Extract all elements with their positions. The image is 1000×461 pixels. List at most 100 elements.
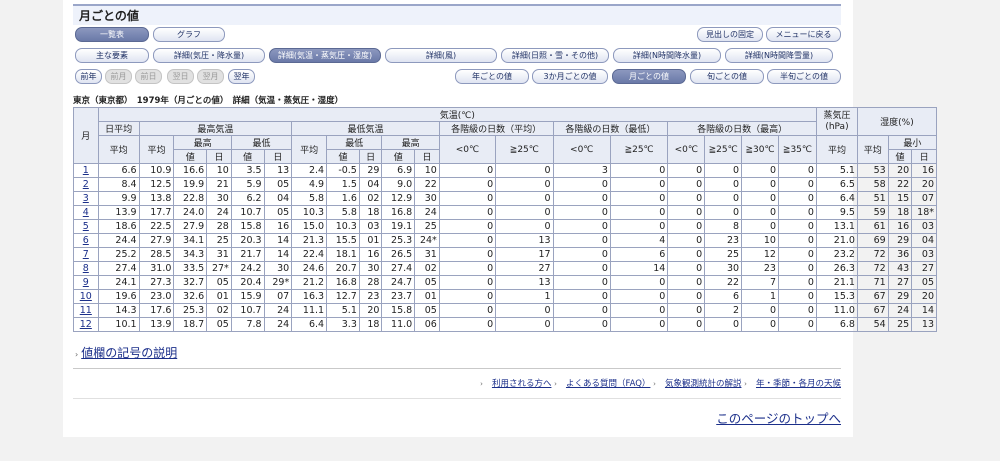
month-link[interactable]: 5 <box>73 219 99 234</box>
tab-dekad-values[interactable]: 旬ごとの値 <box>690 69 764 84</box>
table-cell: 27 <box>887 275 913 290</box>
table-cell: 0 <box>667 205 706 220</box>
header-min-highest: 最高 <box>381 135 440 150</box>
table-cell: 27.9 <box>173 219 208 234</box>
table-cell: 16 <box>911 163 937 178</box>
table-cell: 1.5 <box>326 177 360 192</box>
month-link[interactable]: 3 <box>73 191 99 206</box>
tab-pressure-precipitation[interactable]: 詳細(気圧・降水量) <box>153 48 265 63</box>
table-cell: 0 <box>552 289 611 304</box>
table-cell: 19.9 <box>173 177 208 192</box>
table-cell: 03 <box>911 219 937 234</box>
footer-link-weather-summary[interactable]: 年・季節・各月の天候 <box>756 379 841 389</box>
footer-link-statistics-guide[interactable]: 気象観測統計の解説 <box>665 379 742 389</box>
header-day: 日 <box>414 149 440 164</box>
table-cell: 34.3 <box>173 247 208 262</box>
table-cell: 6.5 <box>815 177 858 192</box>
month-link[interactable]: 4 <box>73 205 99 220</box>
tab-n-hour-precipitation[interactable]: 詳細(N時間降水量) <box>613 48 721 63</box>
back-to-menu-button[interactable]: メニューに戻る <box>766 27 841 42</box>
table-cell: 0 <box>609 275 669 290</box>
table-cell: 6 <box>609 247 669 262</box>
table-row: 1 6.6 10.9 16.6 10 3.5 13 2.4 -0.5 29 6.9 10 0 0 3 0 0 0 0… <box>73 163 937 178</box>
tab-monthly-values[interactable]: 月ごとの値 <box>612 69 686 84</box>
table-cell: 0 <box>667 163 706 178</box>
table-cell: 0 <box>667 247 706 262</box>
prev-year-button[interactable]: 前年 <box>75 69 102 84</box>
month-link[interactable]: 7 <box>73 247 99 262</box>
table-cell: 0 <box>438 219 497 234</box>
table-cell: 16 <box>887 219 913 234</box>
table-cell: 04 <box>358 177 383 192</box>
tab-wind[interactable]: 詳細(風) <box>385 48 497 63</box>
table-cell: 30 <box>414 191 440 206</box>
table-cell: 0 <box>609 163 669 178</box>
month-link[interactable]: 6 <box>73 233 99 248</box>
table-cell: 36 <box>887 247 913 262</box>
table-cell: 19.6 <box>97 289 140 304</box>
table-cell: 0 <box>438 177 497 192</box>
table-cell: 0 <box>609 317 669 332</box>
table-cell: 14 <box>263 247 293 262</box>
table-cell: 67 <box>856 303 889 318</box>
tab-3month-values[interactable]: 3か月ごとの値 <box>532 69 608 84</box>
table-cell: 29 <box>887 289 913 304</box>
tab-sunshine-snow-other[interactable]: 詳細(日照・雪・その他) <box>501 48 609 63</box>
table-cell: 0 <box>495 205 554 220</box>
table-cell: 13.8 <box>138 191 175 206</box>
table-cell: 13.9 <box>97 205 140 220</box>
header-value: 値 <box>381 149 416 164</box>
header-max-lt0: <0℃ <box>667 135 706 164</box>
table-cell: 1.6 <box>326 191 360 206</box>
table-cell: 24 <box>206 205 232 220</box>
table-cell: 0 <box>552 317 611 332</box>
table-cell: 0 <box>438 191 497 206</box>
tab-n-hour-snowfall[interactable]: 詳細(N時間降雪量) <box>725 48 833 63</box>
table-cell: 0 <box>667 177 706 192</box>
footer-link-for-users[interactable]: 利用される方へ <box>492 379 552 389</box>
header-max-ge35: ≧35℃ <box>777 135 817 164</box>
graph-view-button[interactable]: グラフ <box>153 27 225 42</box>
header-value: 値 <box>230 149 265 164</box>
month-link[interactable]: 12 <box>73 317 99 332</box>
month-link[interactable]: 9 <box>73 275 99 290</box>
table-cell: 13 <box>263 163 293 178</box>
page-top-link[interactable]: このページのトップへ <box>716 408 841 427</box>
table-cell: 27.4 <box>97 261 140 276</box>
header-value: 値 <box>326 149 360 164</box>
month-link[interactable]: 2 <box>73 177 99 192</box>
table-cell: 61 <box>856 219 889 234</box>
header-humidity: 湿度(%) <box>856 107 938 136</box>
month-link[interactable]: 1 <box>73 163 99 178</box>
tab-main-elements[interactable]: 主な要素 <box>75 48 149 63</box>
month-link[interactable]: 10 <box>73 289 99 304</box>
table-cell: 28 <box>358 275 383 290</box>
footer-link-faq[interactable]: よくある質問（FAQ） <box>566 379 650 389</box>
table-cell: 06 <box>414 317 440 332</box>
table-cell: 05 <box>911 275 937 290</box>
next-day-button: 翌日 <box>167 69 194 84</box>
tab-temp-vapor-humidity[interactable]: 詳細(気温・蒸気圧・湿度) <box>269 48 381 63</box>
table-cell: 18.7 <box>173 317 208 332</box>
table-cell: 0 <box>704 163 743 178</box>
table-cell: 32.7 <box>173 275 208 290</box>
month-link[interactable]: 11 <box>73 303 99 318</box>
table-cell: 10.9 <box>138 163 175 178</box>
table-cell: 15 <box>887 191 913 206</box>
fixed-heading-button[interactable]: 見出しの固定 <box>697 27 763 42</box>
month-link[interactable]: 8 <box>73 261 99 276</box>
list-view-button[interactable]: 一覧表 <box>75 27 149 42</box>
arrow-right-icon: › <box>554 380 557 388</box>
arrow-right-icon: › <box>75 350 79 359</box>
symbol-legend-link[interactable]: › 値欄の記号の説明 <box>75 344 177 361</box>
table-cell: 15.3 <box>815 289 858 304</box>
table-cell: 27.4 <box>381 261 416 276</box>
table-cell: 9.0 <box>381 177 416 192</box>
table-row: 8 27.4 31.0 33.5 27* 24.2 30 24.6 20.7 30 27.4 02 0 2… <box>73 261 937 276</box>
table-cell: 0 <box>552 261 611 276</box>
next-year-button[interactable]: 翌年 <box>228 69 255 84</box>
tab-yearly-values[interactable]: 年ごとの値 <box>455 69 529 84</box>
tab-pentad-values[interactable]: 半旬ごとの値 <box>767 69 841 84</box>
table-cell: 17.6 <box>138 303 175 318</box>
table-cell: 0 <box>438 233 497 248</box>
